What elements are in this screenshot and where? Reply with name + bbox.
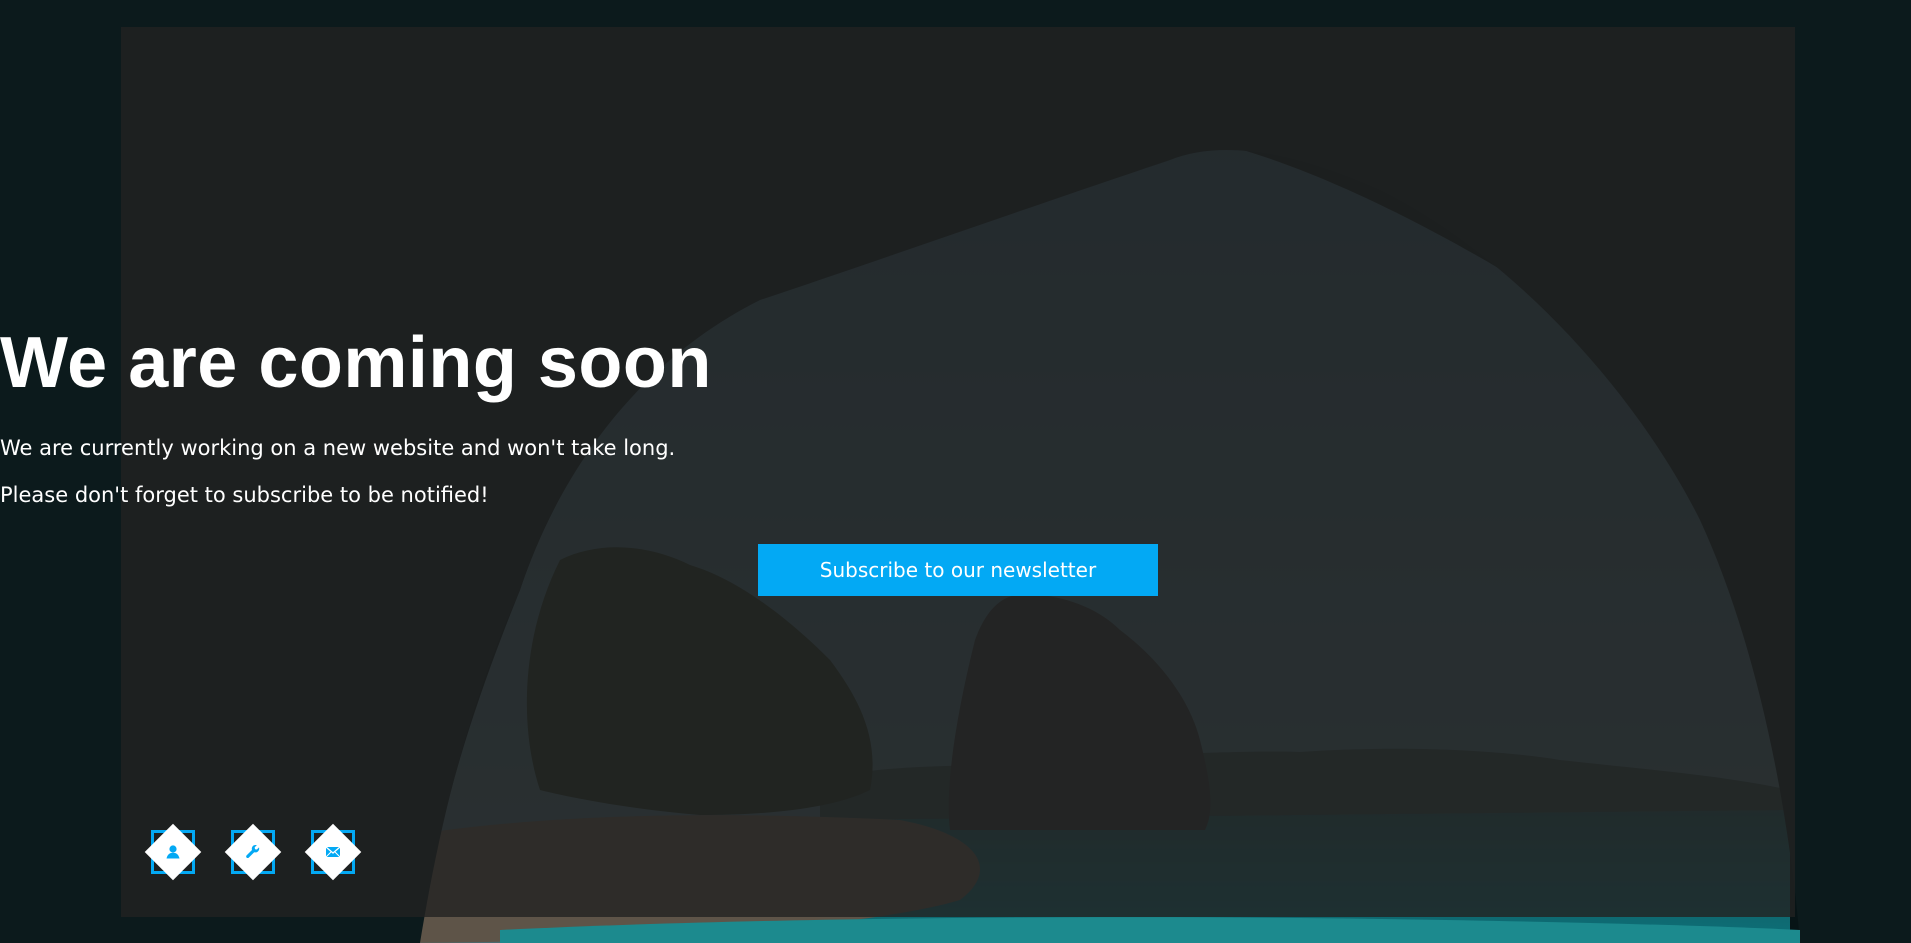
overlay-panel (121, 27, 1795, 917)
subscribe-button[interactable]: Subscribe to our newsletter (758, 544, 1158, 596)
envelope-icon (325, 846, 341, 858)
social-link-wrench[interactable] (217, 816, 289, 888)
wrench-icon (246, 845, 260, 859)
description-line-1: We are currently working on a new websit… (0, 436, 676, 460)
user-icon (166, 845, 180, 859)
page-title: We are coming soon (0, 323, 712, 403)
social-link-envelope[interactable] (297, 816, 369, 888)
description-line-2: Please don't forget to subscribe to be n… (0, 483, 489, 507)
social-link-user[interactable] (137, 816, 209, 888)
